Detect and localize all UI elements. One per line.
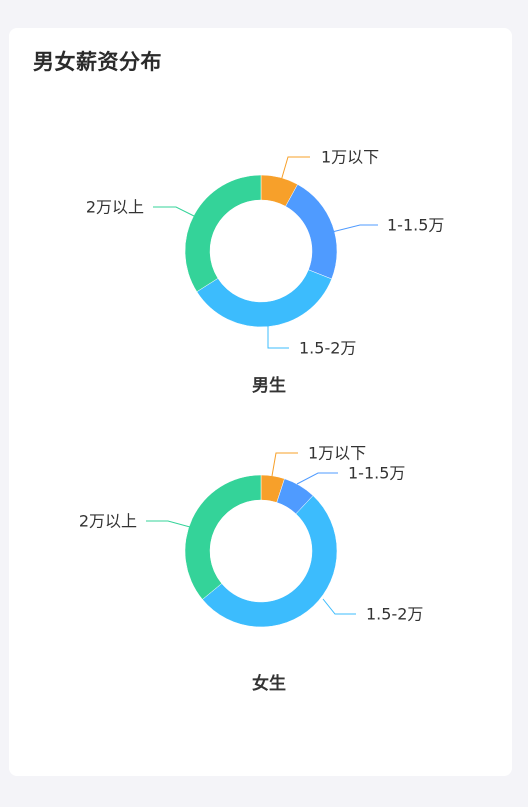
donut-slice-4[interactable] — [184, 174, 262, 293]
donut-charts: 1万以下1-1.5万1.5-2万2万以上男生 1万以下1-1.5万1.5-2万2… — [79, 148, 445, 695]
donut-slice-4[interactable] — [184, 474, 262, 600]
slice-label: 2万以上 — [79, 512, 137, 531]
slice-label: 1万以下 — [308, 444, 366, 463]
label-leader-line — [271, 452, 298, 477]
label-leader-line — [322, 598, 356, 615]
slice-label: 1.5-2万 — [299, 339, 356, 358]
slice-label: 1.5-2万 — [366, 605, 423, 624]
label-leader-line — [146, 520, 191, 528]
label-leader-line — [280, 156, 310, 182]
male-donut-chart: 1万以下 1-1.5万 1.5-2万 2万以上男生 — [86, 148, 445, 397]
chart-title: 女生 — [252, 673, 286, 694]
label-leader-line — [331, 224, 378, 233]
slice-label: 2万以上 — [86, 198, 144, 217]
slice-label: 1-1.5万 — [387, 216, 444, 235]
label-leader-line — [153, 206, 199, 219]
donut-slice-2[interactable] — [285, 184, 338, 280]
female-donut-chart: 1万以下1-1.5万 1.5-2万 2万以上女生 — [79, 444, 424, 695]
slice-label: 1-1.5万 — [348, 464, 405, 483]
slice-label: 1万以下 — [321, 148, 379, 167]
label-leader-line — [267, 326, 289, 349]
label-leader-line — [296, 472, 338, 485]
chart-title: 男生 — [252, 375, 286, 396]
